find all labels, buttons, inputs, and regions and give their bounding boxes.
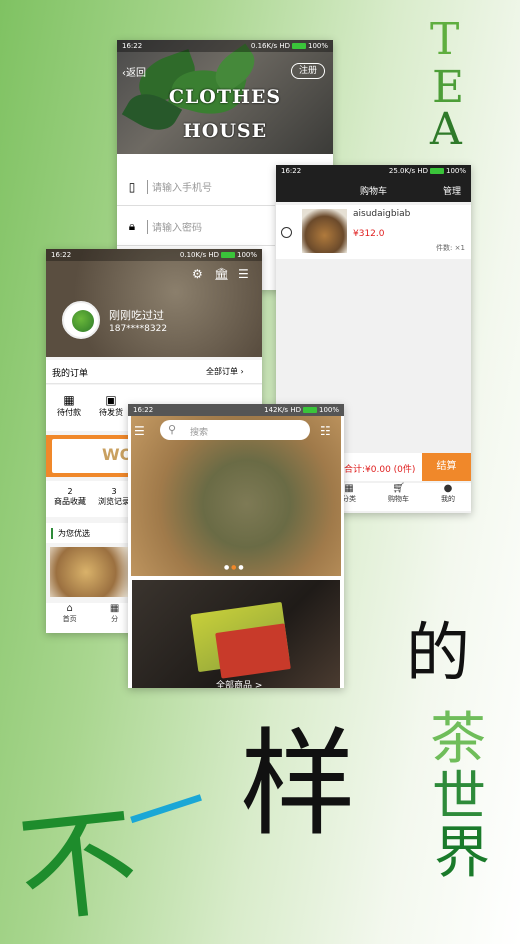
page-title: 购物车 <box>360 187 388 197</box>
tea-letter-a: A <box>430 104 462 155</box>
gear-icon[interactable]: ⚙ <box>192 267 203 281</box>
total-value: ¥0.00 (0件) <box>365 465 416 475</box>
cart-item: aisudaigbiab ¥312.0 件数: ×1 <box>276 205 471 259</box>
poster: T E A 16:22 0.16K/s HD 100% ‹返回 注册 CLOTHE… <box>0 0 520 944</box>
clapper-icon: ▣ <box>105 393 117 407</box>
menu-icon[interactable]: ☰ <box>134 424 145 438</box>
status-bar: 16:22 0.10K/s HD 100% <box>46 249 262 261</box>
chevron-right-icon: › <box>240 367 244 376</box>
item-thumbnail <box>302 209 347 253</box>
tea-letter-t: T <box>430 14 460 65</box>
status-bar: 16:22 25.0K/s HD 100% <box>276 165 471 177</box>
item-name: aisudaigbiab <box>353 209 411 219</box>
tab-category[interactable]: ▦ 分类 <box>342 483 356 511</box>
total-label: 合计: <box>344 465 366 475</box>
register-button[interactable]: 注册 <box>291 63 325 79</box>
tab-home[interactable]: ⌂ 首页 <box>63 603 77 633</box>
item-price: ¥312.0 <box>353 229 385 239</box>
cart-icon: 🛒︎ <box>392 483 405 494</box>
slogan-char-jie: 界 <box>434 821 490 886</box>
user-phone: 187****8322 <box>109 324 168 334</box>
checkout-button[interactable]: 结算 <box>422 453 471 481</box>
message-icon[interactable]: ☰ <box>238 267 249 281</box>
profile-tabbar: ⌂ 首页 ▦ 分 <box>46 603 136 633</box>
slogan-char-de: 的 <box>406 617 470 691</box>
phone-field[interactable]: ▯ 请输入手机号 <box>117 168 275 206</box>
manage-button[interactable]: 管理 <box>443 184 461 197</box>
phone-icon: ▯ <box>128 179 136 194</box>
user-icon: ● <box>443 483 453 494</box>
list-icon[interactable]: ☷ <box>320 424 331 438</box>
home-screen: 16:22 142K/s HD 100% ☰ ⚲ 搜索 ☷ ● ● ● 全部商品 … <box>128 404 344 688</box>
all-goods-link[interactable]: 全部商品 > <box>216 678 262 688</box>
home-icon: ⌂ <box>66 603 73 614</box>
recommend-image[interactable] <box>50 547 140 597</box>
calendar-icon: ▦ <box>63 393 75 407</box>
item-qty: 件数: ×1 <box>436 244 465 252</box>
tab-category[interactable]: ▦ 分 <box>110 603 119 633</box>
hero-title-line2: HOUSE <box>182 120 268 142</box>
item-checkbox[interactable] <box>281 227 292 238</box>
stat-history[interactable]: 3 浏览记录 <box>96 487 132 507</box>
slogan-char-yang: 样 <box>240 717 356 852</box>
stat-favorites[interactable]: 2 商品收藏 <box>52 487 88 507</box>
cart-tabbar: ▦ 分类 🛒︎ 购物车 ● 我的 <box>326 483 471 511</box>
avatar[interactable] <box>62 301 100 339</box>
status-bar: 16:22 0.16K/s HD 100% <box>117 40 333 52</box>
cart-header: 购物车 管理 <box>276 177 471 202</box>
grid-icon: ▦ <box>109 603 120 614</box>
password-field[interactable]: 🔒︎ 请输入密码 <box>117 208 275 246</box>
tab-cart[interactable]: 🛒︎ 购物车 <box>388 483 409 511</box>
hero-tea-image[interactable] <box>131 416 341 576</box>
product-banner[interactable]: 全部商品 > <box>132 580 340 688</box>
orders-header[interactable]: 我的订单 全部订单 › <box>46 360 262 384</box>
all-orders-link[interactable]: 全部订单 › <box>206 366 244 377</box>
hero-title-line1: CLOTHES <box>168 86 282 108</box>
username: 刚刚吃过过 <box>109 309 164 322</box>
carousel-dots: ● ● ● <box>224 564 244 571</box>
order-pending-payment[interactable]: ▦ 待付款 <box>54 393 84 418</box>
bank-icon[interactable]: 🏛︎ <box>214 267 229 281</box>
status-bar: 16:22 142K/s HD 100% <box>128 404 344 416</box>
lock-icon: 🔒︎ <box>128 219 136 233</box>
tab-mine[interactable]: ● 我的 <box>441 483 455 511</box>
search-icon: ⚲ <box>168 423 177 436</box>
back-button[interactable]: ‹返回 <box>122 64 146 79</box>
order-pending-shipment[interactable]: ▣ 待发货 <box>96 393 126 418</box>
grid-icon: ▦ <box>344 483 354 494</box>
search-input[interactable]: ⚲ 搜索 <box>160 420 310 440</box>
